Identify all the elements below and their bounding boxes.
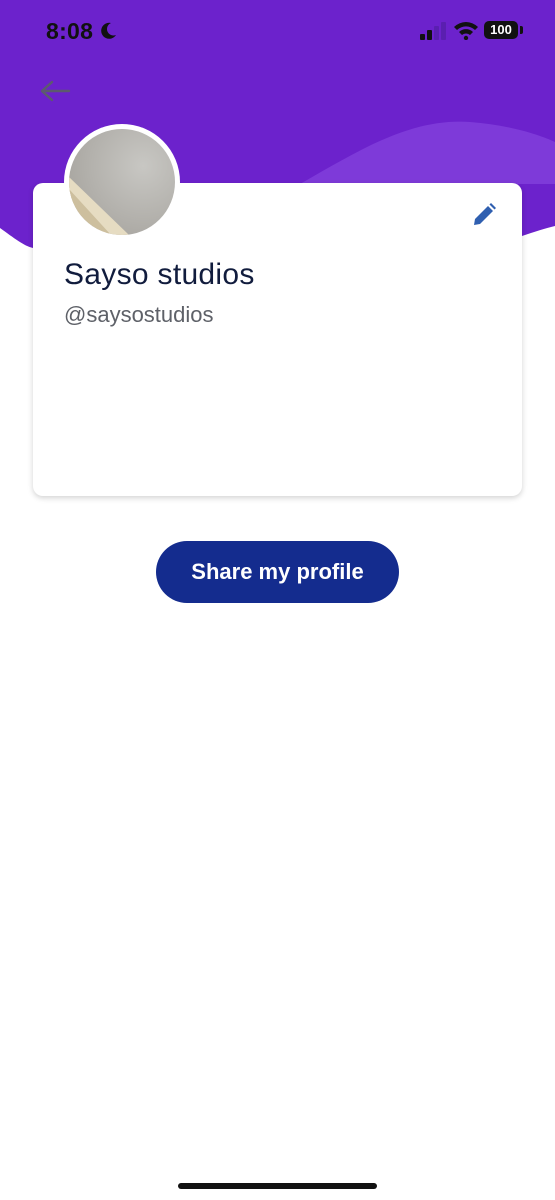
back-button[interactable] (38, 76, 72, 106)
edit-profile-button[interactable] (470, 201, 498, 229)
arrow-left-icon (40, 80, 71, 102)
moon-icon (101, 22, 116, 39)
battery-indicator: 100 (484, 21, 518, 39)
avatar-image (69, 129, 175, 235)
avatar (64, 124, 180, 240)
cellular-signal-icon (420, 22, 446, 40)
share-profile-button[interactable]: Share my profile (156, 541, 399, 603)
profile-handle: @saysostudios (64, 302, 214, 327)
pencil-icon (474, 203, 496, 225)
profile-name: Sayso studios (64, 258, 255, 291)
status-time: 8:08 (46, 18, 94, 44)
wifi-icon (454, 22, 478, 40)
battery-nub (520, 26, 523, 34)
home-indicator[interactable] (178, 1183, 377, 1189)
status-bar: 8:08 100 (0, 0, 555, 64)
